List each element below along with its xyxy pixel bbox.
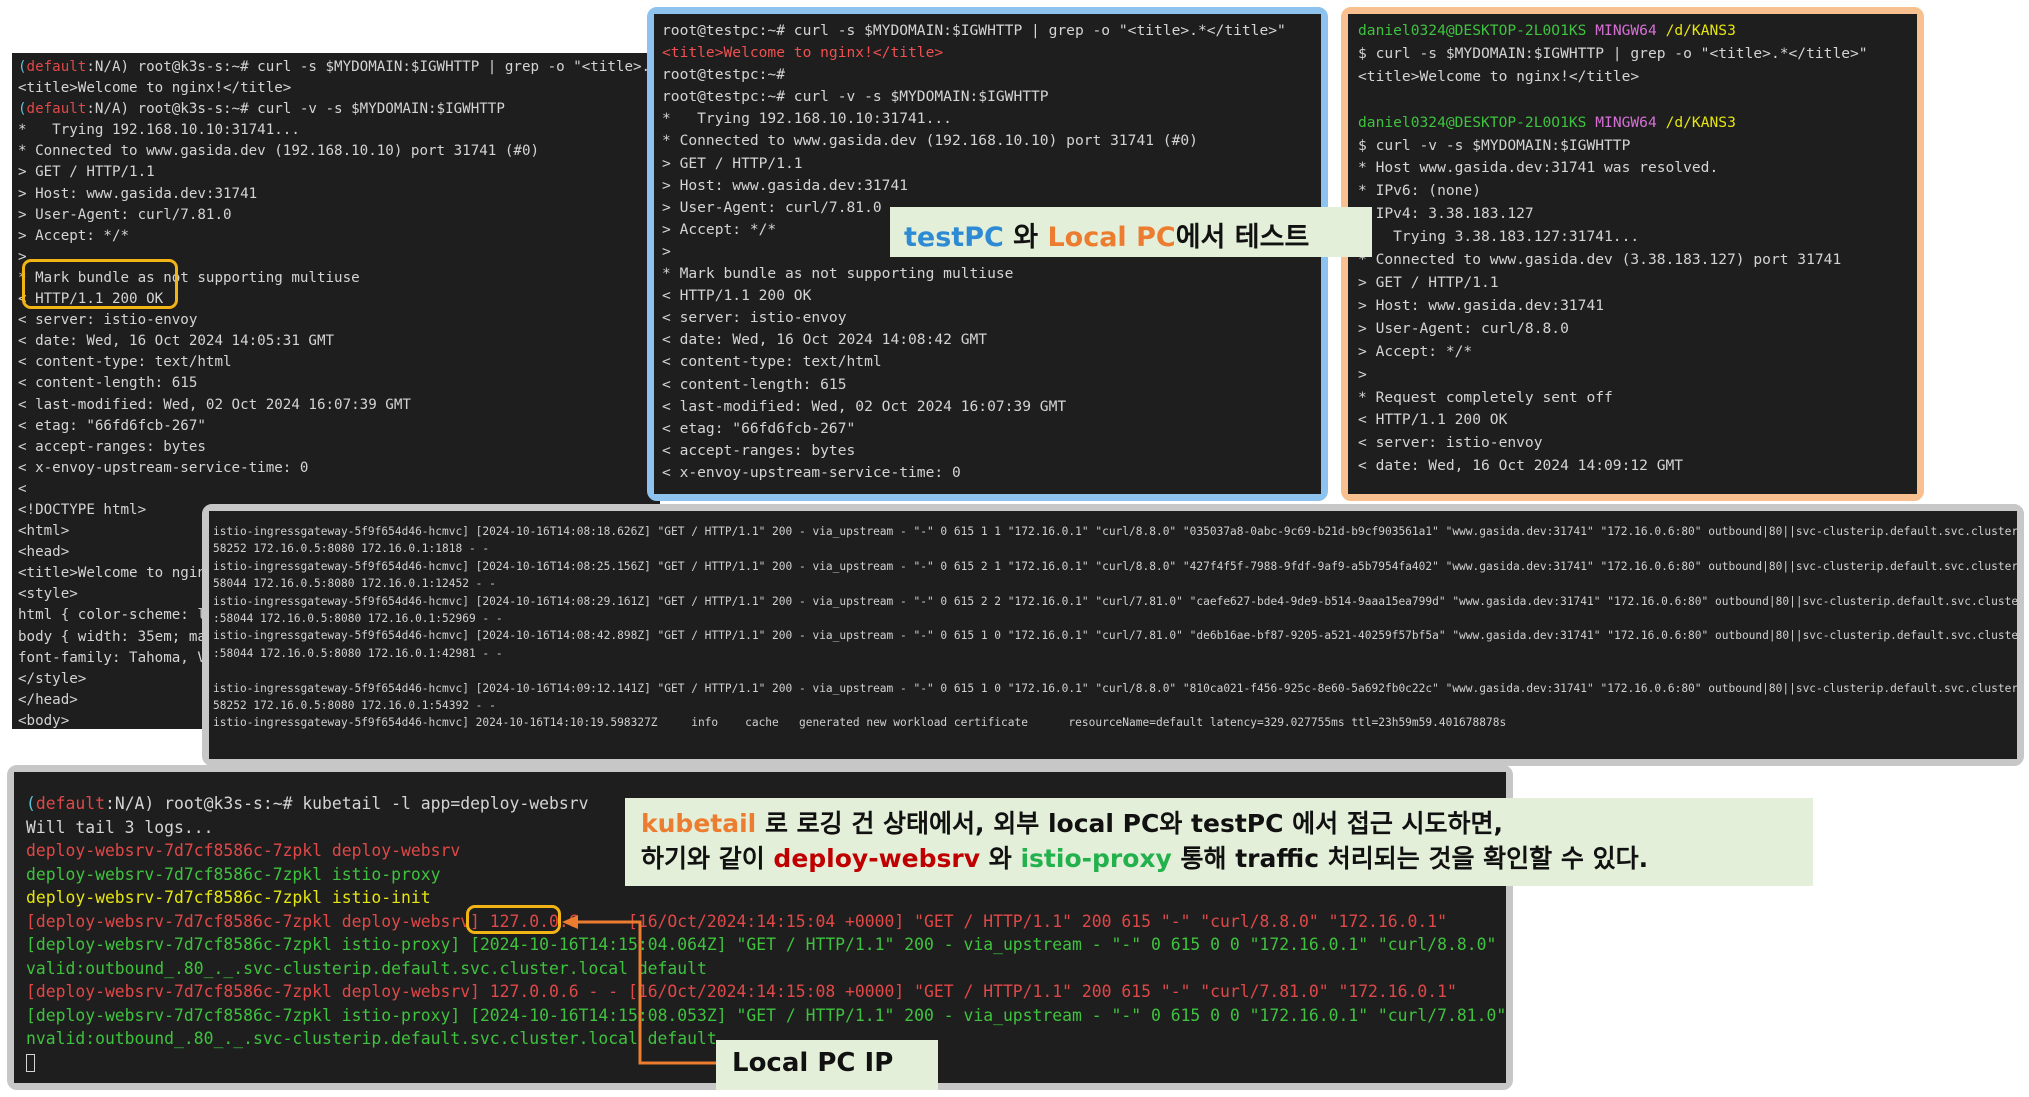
- local-pc-ip-callout: Local PC IP: [716, 1040, 938, 1090]
- local-ip-arrow: [562, 915, 716, 1065]
- local-pc-ip-text: Local PC IP: [732, 1048, 894, 1078]
